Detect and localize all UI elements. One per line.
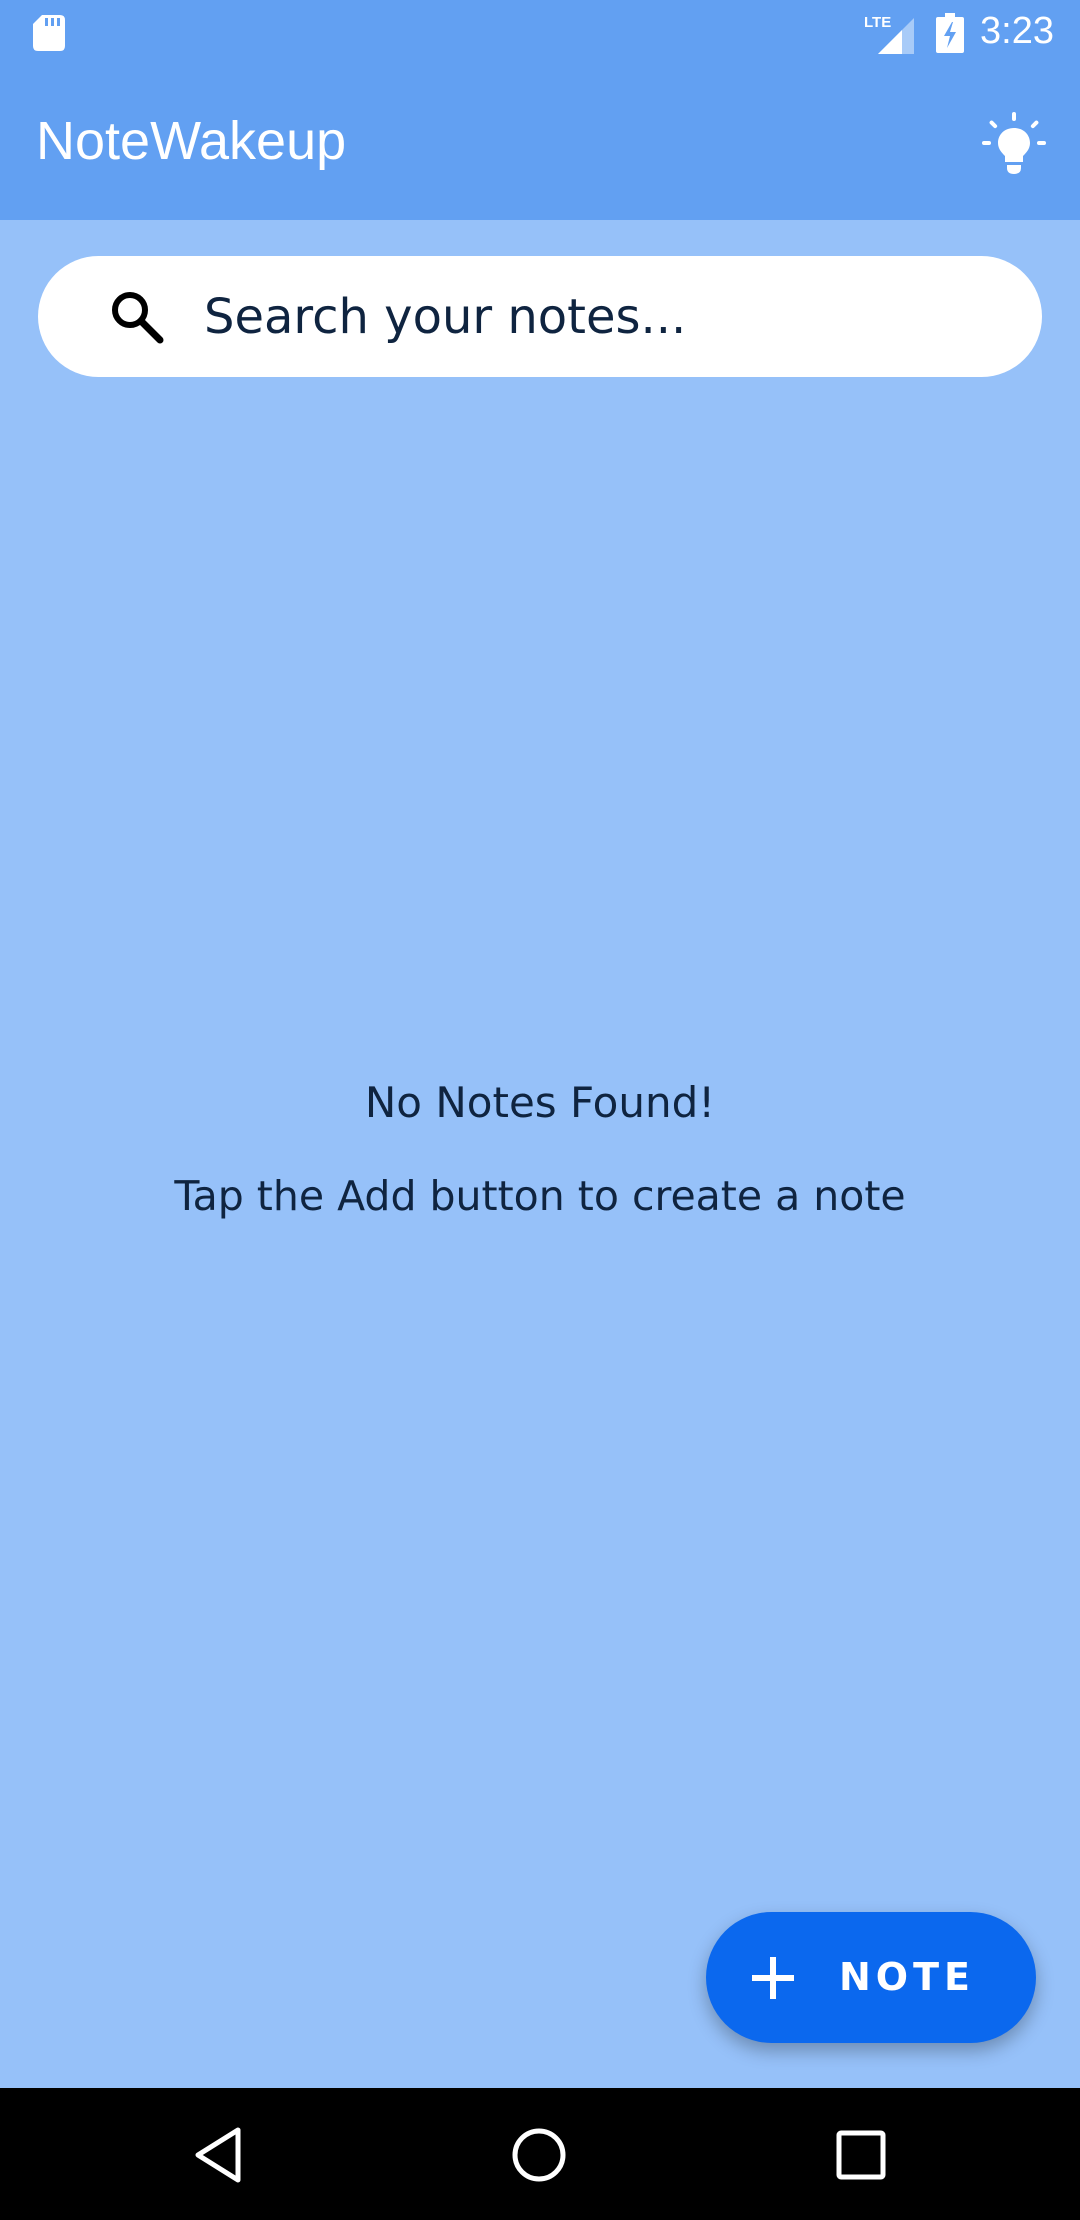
theme-toggle-button[interactable] (978, 108, 1050, 180)
home-button[interactable] (508, 2124, 570, 2186)
status-time: 3:23 (980, 10, 1054, 52)
app-title: NoteWakeup (36, 111, 347, 171)
empty-state-title: No Notes Found! (364, 1078, 716, 1127)
status-bar: LTE 3:23 (0, 0, 1080, 66)
sd-card-icon (33, 15, 65, 51)
recents-button[interactable] (830, 2124, 892, 2186)
recents-icon (836, 2130, 886, 2180)
search-bar[interactable] (38, 256, 1042, 377)
system-nav-bar (0, 2088, 1080, 2220)
add-note-button[interactable]: NOTE (706, 1912, 1036, 2043)
search-icon (112, 292, 164, 344)
lte-signal-icon: LTE (864, 14, 914, 54)
svg-text:LTE: LTE (864, 14, 891, 31)
lightbulb-icon (982, 112, 1046, 174)
search-input[interactable] (204, 256, 1004, 377)
plus-icon (752, 1957, 794, 1999)
back-icon (195, 2127, 241, 2183)
add-note-label: NOTE (839, 1955, 975, 1999)
back-button[interactable] (190, 2124, 252, 2186)
empty-state-subtitle: Tap the Add button to create a note (174, 1172, 906, 1220)
app-bar: NoteWakeup (0, 66, 1080, 220)
home-icon (512, 2128, 566, 2182)
battery-charging-icon (936, 13, 964, 53)
